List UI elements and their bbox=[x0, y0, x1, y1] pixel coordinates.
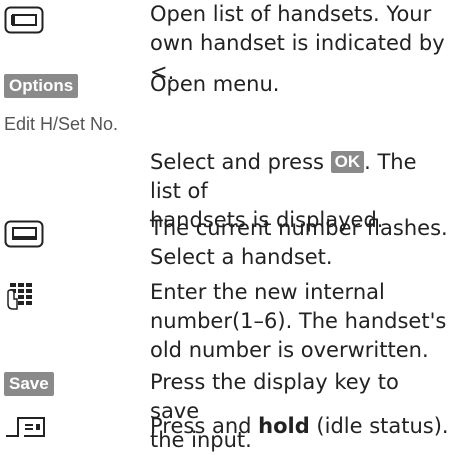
step-text: Select and press OK. The list of bbox=[150, 150, 417, 203]
options-display-key: Options bbox=[4, 74, 79, 98]
ok-key: OK bbox=[330, 151, 365, 173]
step-text: The current number flashes. bbox=[150, 216, 448, 240]
left-control-key-icon bbox=[4, 6, 44, 38]
keypad-icon bbox=[4, 282, 34, 314]
step-text: number(1–6). The handset's bbox=[150, 309, 447, 333]
menu-heading: Edit H/Set No. bbox=[4, 114, 119, 134]
step-text: Press and hold (idle status). bbox=[150, 414, 449, 438]
step-text: Select a handset. bbox=[150, 245, 333, 269]
step-text: Open menu. bbox=[150, 72, 280, 96]
bold-hold: hold bbox=[258, 414, 310, 438]
save-display-key: Save bbox=[4, 372, 54, 396]
step-text: Open list of handsets. Your bbox=[150, 2, 432, 26]
end-call-key-icon bbox=[4, 414, 48, 444]
step-text: Enter the new internal bbox=[150, 280, 385, 304]
step-text: old number is overwritten. bbox=[150, 338, 429, 362]
down-control-key-icon bbox=[4, 220, 44, 252]
